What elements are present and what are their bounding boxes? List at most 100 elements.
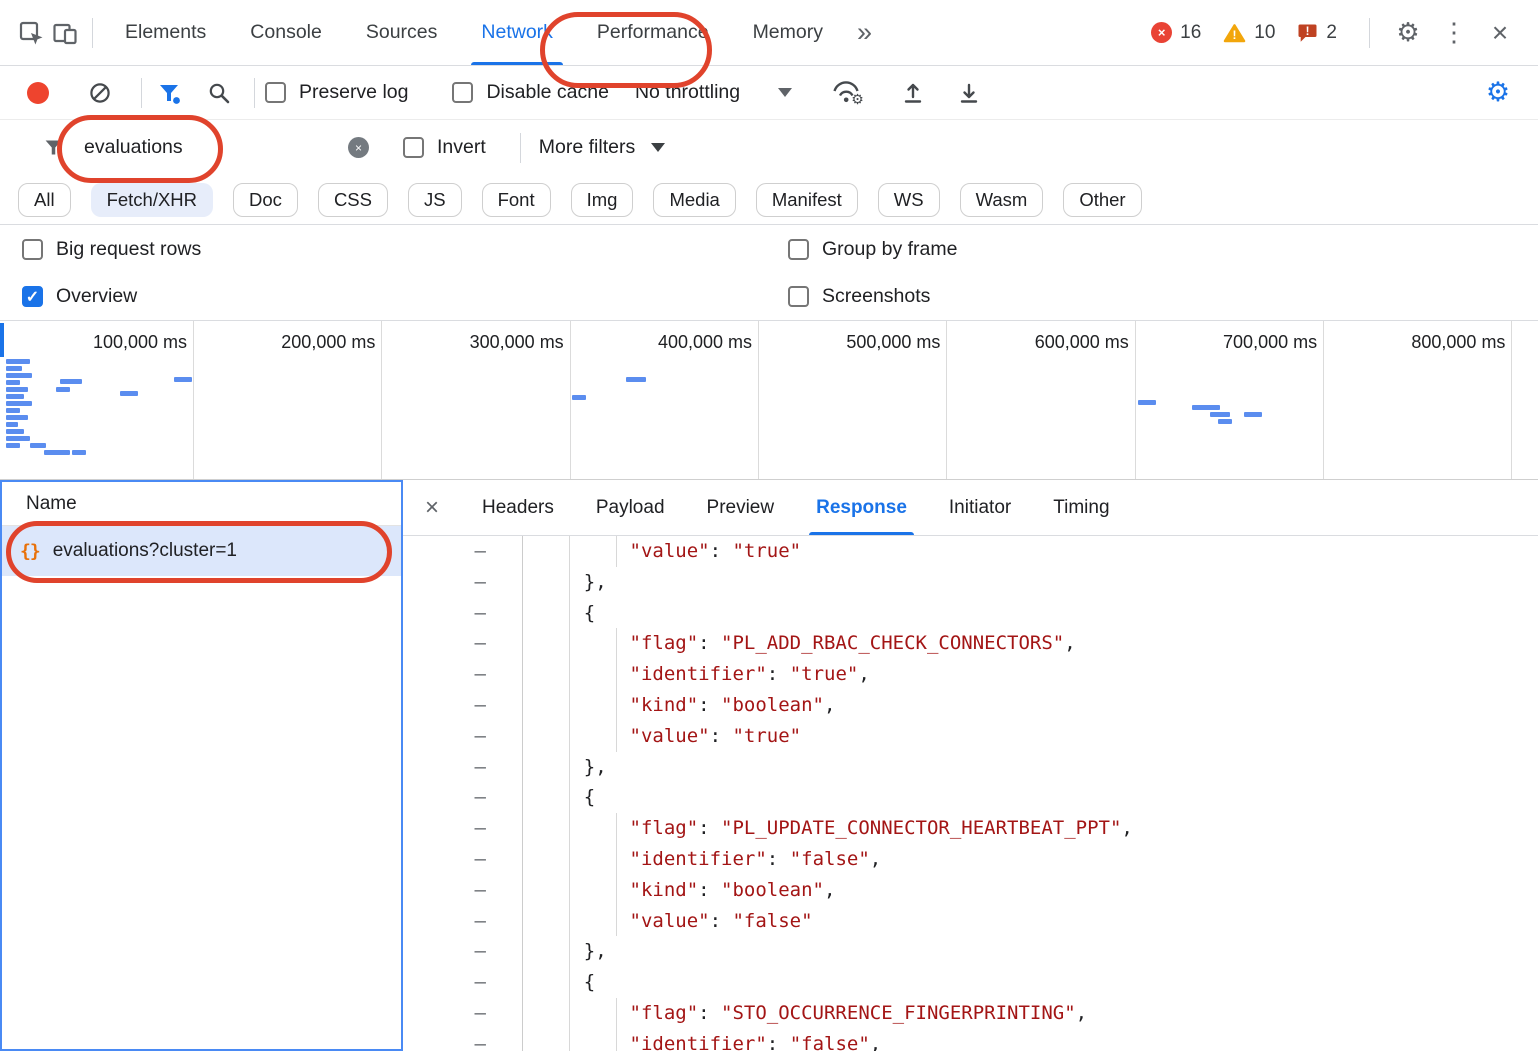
line-gutter-dash: – [403,536,522,567]
line-gutter-dash: – [403,721,522,752]
chip-other[interactable]: Other [1063,183,1141,217]
filter-toggle-icon[interactable] [152,76,186,110]
response-line: – { [403,598,1538,629]
network-overview-bar [6,408,20,413]
timeline-tick-label: 700,000 ms [1223,332,1317,353]
response-line: – }, [403,936,1538,967]
chip-css[interactable]: CSS [318,183,388,217]
clear-network-log-icon[interactable] [83,76,117,110]
devtools-settings-gear-icon[interactable]: ⚙ [1390,15,1426,51]
network-overview-bar [30,443,46,448]
device-toolbar-icon[interactable] [48,16,82,50]
chip-wasm[interactable]: Wasm [960,183,1044,217]
timeline-gridline [193,321,194,479]
big-request-rows-checkbox[interactable] [22,239,43,260]
warning-badge[interactable]: ! 10 [1223,22,1275,44]
detail-tab-bar: × HeadersPayloadPreviewResponseInitiator… [403,480,1538,536]
chip-font[interactable]: Font [482,183,551,217]
chip-all[interactable]: All [18,183,71,217]
throttling-dropdown[interactable]: No throttling [635,81,792,104]
request-row[interactable]: {}evaluations?cluster=1 [2,526,401,576]
detail-tab-initiator[interactable]: Initiator [928,480,1032,535]
issues-badge[interactable]: ! 2 [1297,22,1337,44]
chevron-down-icon [651,143,665,152]
tab-network[interactable]: Network [459,0,575,65]
chevron-down-icon [778,88,792,97]
chip-media[interactable]: Media [653,183,735,217]
divider [141,78,142,108]
network-overview-bar [6,436,30,441]
import-har-icon[interactable] [896,76,930,110]
overview-checkbox[interactable] [22,286,43,307]
timeline-tick-label: 500,000 ms [846,332,940,353]
chip-fetch-xhr[interactable]: Fetch/XHR [91,183,213,217]
response-line: – "value": "true" [403,536,1538,567]
detail-tab-preview[interactable]: Preview [686,480,796,535]
devtools-tab-bar: ElementsConsoleSourcesNetworkPerformance… [0,0,1538,66]
response-body[interactable]: – "value": "true"– },– {– "flag": "PL_AD… [403,536,1538,1051]
timeline-tick-label: 400,000 ms [658,332,752,353]
line-gutter-dash: – [403,906,522,937]
more-options-icon[interactable]: ⋮ [1436,15,1472,51]
timeline-gridline [381,321,382,479]
detail-tab-headers[interactable]: Headers [461,480,575,535]
export-har-icon[interactable] [952,76,986,110]
close-devtools-icon[interactable]: × [1482,15,1518,51]
chip-ws[interactable]: WS [878,183,940,217]
issue-count: 2 [1326,22,1337,44]
more-tabs-icon[interactable]: » [845,17,884,48]
request-detail-panel: × HeadersPayloadPreviewResponseInitiator… [403,480,1538,1051]
detail-tab-payload[interactable]: Payload [575,480,686,535]
chip-img[interactable]: Img [571,183,634,217]
name-column-header[interactable]: Name [2,482,401,526]
divider [1369,18,1370,48]
screenshots-checkbox[interactable] [788,286,809,307]
chip-doc[interactable]: Doc [233,183,298,217]
disable-cache-checkbox[interactable] [452,82,473,103]
tab-sources[interactable]: Sources [344,0,460,65]
line-gutter-dash: – [403,782,522,813]
filter-input[interactable] [84,136,348,159]
response-line: – }, [403,567,1538,598]
divider [254,78,255,108]
tab-elements[interactable]: Elements [103,0,228,65]
network-overview-bar [626,377,646,382]
network-filter-bar: × Invert More filters [0,120,1538,175]
network-settings-gear-icon[interactable]: ⚙ [1480,75,1516,111]
timeline-tick-label: 300,000 ms [470,332,564,353]
network-conditions-icon[interactable]: ⚙ [828,76,868,110]
view-options-row-1: Big request rows Group by frame [0,225,1538,273]
network-overview-bar [572,395,586,400]
response-line: – "kind": "boolean", [403,690,1538,721]
network-overview-bar [60,379,82,384]
inspect-element-icon[interactable] [14,16,48,50]
overview-left-handle[interactable] [0,323,4,357]
overview-timeline[interactable]: 100,000 ms200,000 ms300,000 ms400,000 ms… [0,321,1538,480]
filter-funnel-icon [36,131,70,165]
group-by-frame-label: Group by frame [822,238,957,261]
tab-memory[interactable]: Memory [731,0,845,65]
detail-tab-timing[interactable]: Timing [1032,480,1130,535]
network-overview-bar [1244,412,1262,417]
chip-js[interactable]: JS [408,183,462,217]
more-filters-dropdown[interactable]: More filters [539,136,665,159]
line-gutter-dash: – [403,752,522,783]
detail-tab-response[interactable]: Response [795,480,928,535]
preserve-log-checkbox[interactable] [265,82,286,103]
svg-text:!: ! [1306,25,1310,37]
error-badge[interactable]: × 16 [1151,22,1201,44]
response-code: – "value": "true"– },– {– "flag": "PL_AD… [403,536,1538,1051]
tab-performance[interactable]: Performance [575,0,731,65]
close-detail-icon[interactable]: × [425,496,439,520]
search-icon[interactable] [202,76,236,110]
chip-manifest[interactable]: Manifest [756,183,858,217]
clear-filter-icon[interactable]: × [348,137,369,158]
request-list: {}evaluations?cluster=1 [2,526,401,576]
line-gutter-dash: – [403,659,522,690]
response-line: – { [403,782,1538,813]
group-by-frame-checkbox[interactable] [788,239,809,260]
invert-filter-checkbox[interactable] [403,137,424,158]
tab-console[interactable]: Console [228,0,344,65]
network-overview-bar [6,422,18,427]
record-network-log-icon[interactable] [27,82,49,104]
